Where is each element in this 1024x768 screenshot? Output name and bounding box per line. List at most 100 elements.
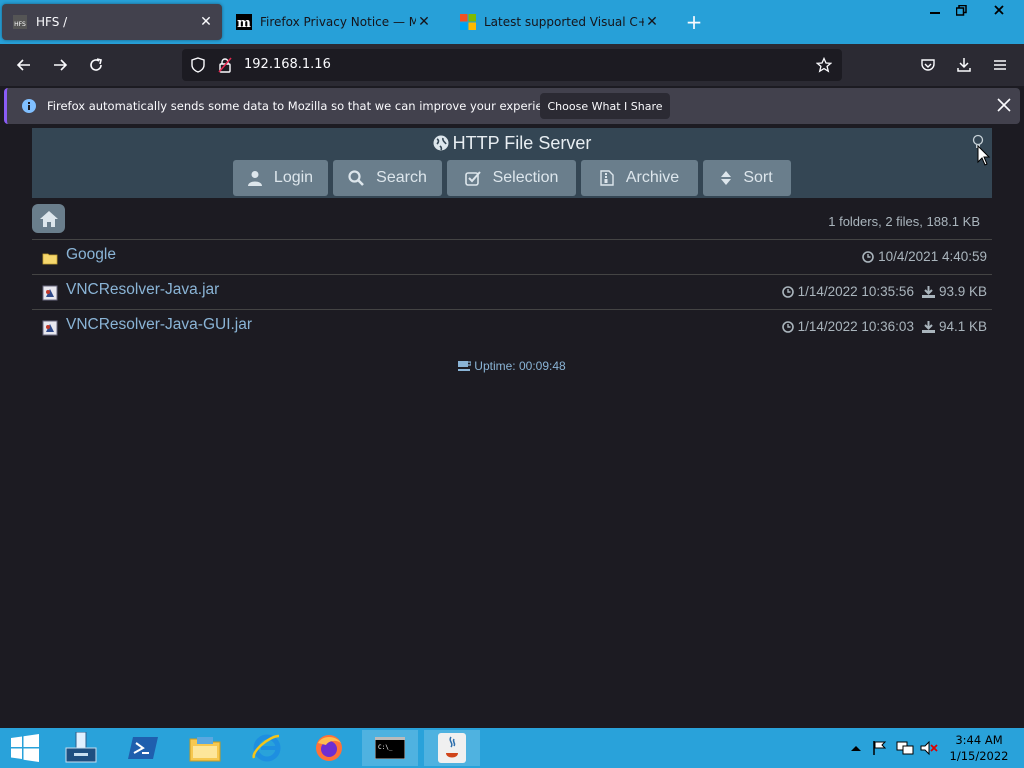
network-icon[interactable]: [896, 740, 914, 756]
item-meta: 1/14/2022 10:35:56 93.9 KB: [781, 284, 987, 299]
shield-icon[interactable]: [190, 57, 206, 73]
firefox-button[interactable]: [300, 730, 358, 766]
navigation-toolbar: 192.168.1.16: [0, 44, 1024, 86]
downloads-button[interactable]: [952, 53, 976, 77]
list-item: VNCResolver-Java.jar 1/14/2022 10:35:56 …: [32, 274, 992, 309]
internet-explorer-button[interactable]: [238, 730, 296, 766]
command-prompt-icon: C:\_: [375, 737, 405, 759]
info-icon: [22, 99, 36, 113]
item-date: 10/4/2021 4:40:59: [878, 249, 987, 264]
new-tab-button[interactable]: +: [684, 12, 704, 32]
file-explorer-button[interactable]: [176, 730, 234, 766]
item-link[interactable]: VNCResolver-Java-GUI.jar: [66, 316, 252, 334]
powershell-icon: [128, 737, 158, 759]
page-title: HTTP File Server: [32, 133, 992, 154]
arrow-left-icon: [16, 59, 30, 71]
restore-icon: [955, 4, 967, 16]
microsoft-logo-icon: [460, 14, 476, 30]
close-tab-icon[interactable]: ✕: [644, 14, 660, 30]
choose-what-i-share-button[interactable]: Choose What I Share: [540, 93, 670, 119]
tab-visual-cpp[interactable]: Latest supported Visual C++ Re ✕: [450, 4, 668, 40]
folder-summary: 1 folders, 2 files, 188.1 KB: [828, 214, 980, 229]
download-count-icon: [921, 285, 935, 298]
svg-text:HFS: HFS: [14, 21, 26, 28]
command-prompt-button[interactable]: C:\_: [362, 730, 418, 766]
pocket-icon: [921, 59, 935, 71]
item-size: 94.1 KB: [938, 319, 987, 334]
taskbar-clock[interactable]: 3:44 AM 1/15/2022: [940, 732, 1018, 764]
internet-explorer-icon: [252, 734, 281, 762]
data-collection-notification: Firefox automatically sends some data to…: [4, 88, 1020, 124]
clock-icon: [781, 320, 794, 333]
tab-label: Firefox Privacy Notice — Mozilla: [260, 15, 416, 29]
star-bookmark-icon[interactable]: [816, 57, 832, 73]
minimize-button[interactable]: [922, 0, 948, 20]
start-button[interactable]: [0, 730, 50, 766]
svg-text:m: m: [237, 16, 251, 30]
sort-button[interactable]: Sort: [703, 160, 791, 196]
tab-firefox-privacy[interactable]: m Firefox Privacy Notice — Mozilla ✕: [226, 4, 440, 40]
close-icon: [994, 5, 1004, 15]
item-date: 1/14/2022 10:36:03: [797, 319, 914, 334]
system-tray: [850, 728, 938, 768]
uptime-status: Uptime: 00:09:48: [0, 359, 1024, 373]
insecure-lock-icon[interactable]: [218, 57, 232, 73]
url-text: 192.168.1.16: [244, 57, 331, 72]
java-app-button[interactable]: [424, 730, 480, 766]
item-meta: 1/14/2022 10:36:03 94.1 KB: [781, 319, 987, 334]
globe-icon: [433, 135, 449, 151]
file-explorer-icon: [189, 737, 221, 762]
sort-icon: [721, 171, 732, 185]
home-button[interactable]: [32, 204, 65, 233]
home-icon: [39, 210, 58, 227]
restore-button[interactable]: [948, 0, 974, 20]
notification-text: Firefox automatically sends some data to…: [47, 99, 567, 113]
close-icon[interactable]: [997, 98, 1011, 112]
archive-file-icon: [600, 170, 614, 186]
clock-icon: [862, 250, 874, 263]
user-icon: [247, 171, 262, 186]
clock-time: 3:44 AM: [955, 733, 1003, 747]
selection-button[interactable]: Selection: [447, 160, 576, 196]
login-button[interactable]: Login: [233, 160, 328, 196]
pocket-button[interactable]: [916, 53, 940, 77]
item-meta: 10/4/2021 4:40:59: [862, 249, 987, 264]
item-link[interactable]: VNCResolver-Java.jar: [66, 281, 219, 299]
search-button[interactable]: Search: [333, 160, 442, 196]
tab-label: HFS /: [36, 15, 68, 29]
tab-strip: HFS HFS / ✕ m Firefox Privacy Notice — M…: [0, 0, 1024, 44]
app-menu-button[interactable]: [988, 53, 1012, 77]
show-hidden-icons-chevron-up-icon[interactable]: [850, 743, 862, 753]
powershell-button[interactable]: [114, 730, 172, 766]
reload-icon: [90, 58, 102, 71]
java-file-icon: [42, 320, 58, 336]
close-tab-icon[interactable]: ✕: [416, 14, 432, 30]
page-title-text: HTTP File Server: [452, 133, 592, 153]
reload-button[interactable]: [84, 53, 108, 77]
windows-logo-icon: [11, 734, 39, 762]
list-item: VNCResolver-Java-GUI.jar 1/14/2022 10:36…: [32, 309, 992, 344]
sort-label: Sort: [743, 169, 773, 186]
close-tab-icon[interactable]: ✕: [198, 14, 214, 30]
close-window-button[interactable]: [976, 0, 1022, 20]
hfs-icon: HFS: [13, 15, 27, 29]
volume-muted-icon[interactable]: [920, 740, 938, 756]
item-date: 1/14/2022 10:35:56: [797, 284, 914, 299]
list-item: Google 10/4/2021 4:40:59: [32, 239, 992, 274]
java-file-icon: [42, 285, 58, 301]
coffee-icon: [458, 361, 472, 371]
action-center-flag-icon[interactable]: [872, 740, 888, 756]
search-label: Search: [376, 169, 427, 186]
mouse-cursor-icon: [977, 145, 991, 166]
archive-label: Archive: [625, 169, 680, 186]
tab-hfs[interactable]: HFS HFS / ✕: [2, 4, 222, 40]
forward-button[interactable]: [48, 53, 72, 77]
archive-button[interactable]: Archive: [581, 160, 698, 196]
back-button[interactable]: [12, 53, 36, 77]
item-link[interactable]: Google: [66, 246, 116, 264]
server-manager-button[interactable]: [52, 730, 110, 766]
login-label: Login: [273, 169, 314, 186]
checkbox-icon: [464, 171, 481, 186]
arrow-right-icon: [54, 59, 68, 71]
url-bar[interactable]: 192.168.1.16: [182, 49, 842, 81]
